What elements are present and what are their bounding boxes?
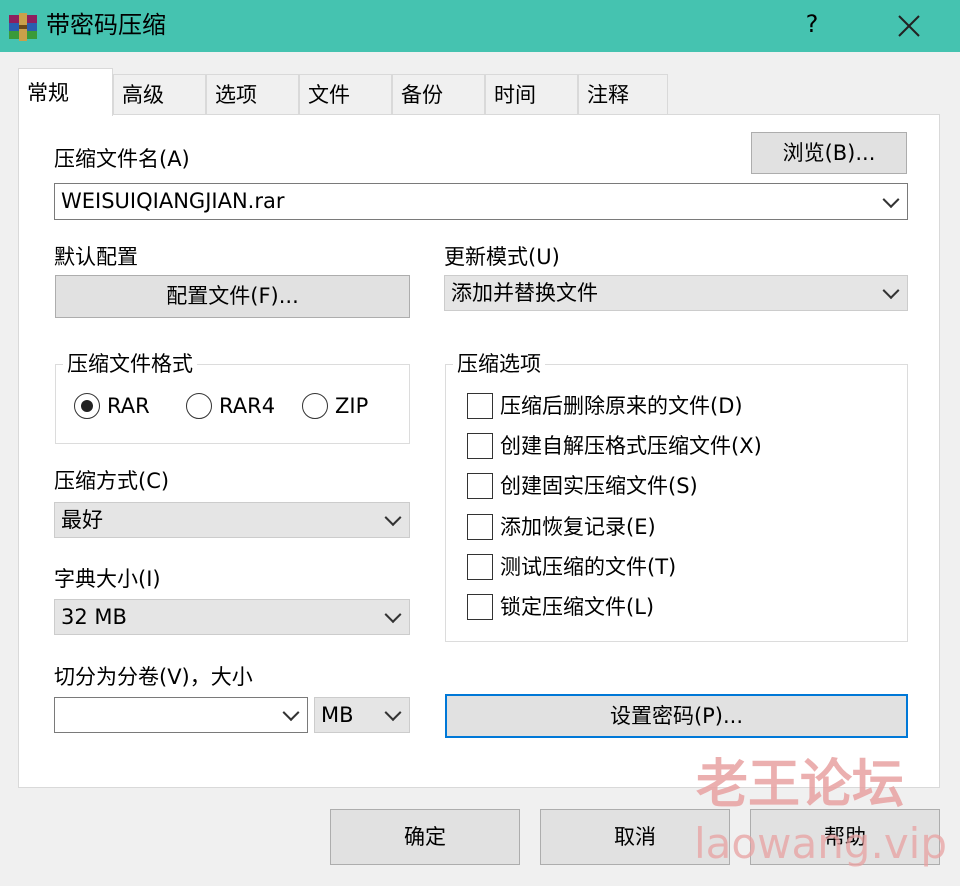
chevron-down-icon [384,606,402,624]
checkbox-sfx-label[interactable]: 创建自解压格式压缩文件(X) [500,433,762,459]
checkbox-lock-archive-label[interactable]: 锁定压缩文件(L) [500,594,654,620]
winrar-app-icon [8,12,38,42]
compression-method-label: 压缩方式(C) [54,469,170,493]
archive-format-label: 压缩文件格式 [63,351,197,377]
checkbox-test-archive[interactable] [467,554,493,580]
compression-method-value: 最好 [61,508,103,532]
chevron-down-icon [882,282,900,300]
split-volumes-unit-select[interactable]: MB [314,697,410,733]
dictionary-size-label: 字典大小(I) [54,567,161,591]
radio-rar[interactable] [74,393,100,419]
checkbox-delete-after-label[interactable]: 压缩后删除原来的文件(D) [500,393,743,419]
tab-advanced[interactable]: 高级 [113,74,206,114]
checkbox-lock-archive[interactable] [467,594,493,620]
watermark-title: 老王论坛 [696,755,905,815]
tab-comment[interactable]: 注释 [578,74,668,114]
chevron-down-icon[interactable] [282,704,300,722]
compression-method-select[interactable]: 最好 [54,502,410,538]
help-question-icon[interactable]: ? [800,8,824,40]
window-title: 带密码压缩 [46,11,166,39]
split-volumes-unit-value: MB [321,703,354,727]
checkbox-delete-after[interactable] [467,393,493,419]
archive-name-label: 压缩文件名(A) [54,147,190,171]
update-mode-select[interactable]: 添加并替换文件 [444,275,908,311]
default-profile-label: 默认配置 [54,245,138,269]
dictionary-size-select[interactable]: 32 MB [54,599,410,635]
tab-options[interactable]: 选项 [206,74,299,114]
split-volumes-size-input[interactable] [54,697,308,733]
split-volumes-label: 切分为分卷(V)，大小 [54,665,253,689]
checkbox-test-archive-label[interactable]: 测试压缩的文件(T) [500,554,676,580]
archive-options-label: 压缩选项 [453,351,545,377]
chevron-down-icon [384,509,402,527]
profiles-button[interactable]: 配置文件(F)... [55,275,410,318]
archive-name-value[interactable]: WEISUIQIANGJIAN.rar [61,189,284,213]
tab-files[interactable]: 文件 [299,74,392,114]
update-mode-label: 更新模式(U) [444,245,560,269]
radio-rar4[interactable] [186,393,212,419]
ok-button[interactable]: 确定 [330,809,520,865]
radio-zip[interactable] [302,393,328,419]
checkbox-solid-label[interactable]: 创建固实压缩文件(S) [500,473,698,499]
radio-rar4-label[interactable]: RAR4 [219,393,275,419]
tab-general[interactable]: 常规 [18,68,113,116]
checkbox-sfx[interactable] [467,433,493,459]
set-password-button[interactable]: 设置密码(P)... [445,694,908,738]
checkbox-recovery-record[interactable] [467,514,493,540]
update-mode-value: 添加并替换文件 [451,281,598,305]
checkbox-recovery-record-label[interactable]: 添加恢复记录(E) [500,514,656,540]
checkbox-solid[interactable] [467,473,493,499]
tab-backup[interactable]: 备份 [392,74,485,114]
close-icon[interactable] [884,6,934,46]
radio-zip-label[interactable]: ZIP [335,393,368,419]
watermark-url: laowang.vip [694,819,948,868]
chevron-down-icon[interactable] [882,190,900,208]
chevron-down-icon [384,704,402,722]
browse-button[interactable]: 浏览(B)... [751,132,907,174]
archive-name-combo[interactable]: WEISUIQIANGJIAN.rar [54,183,908,220]
dictionary-size-value: 32 MB [61,605,127,629]
radio-rar-label[interactable]: RAR [107,393,150,419]
tab-time[interactable]: 时间 [485,74,578,114]
